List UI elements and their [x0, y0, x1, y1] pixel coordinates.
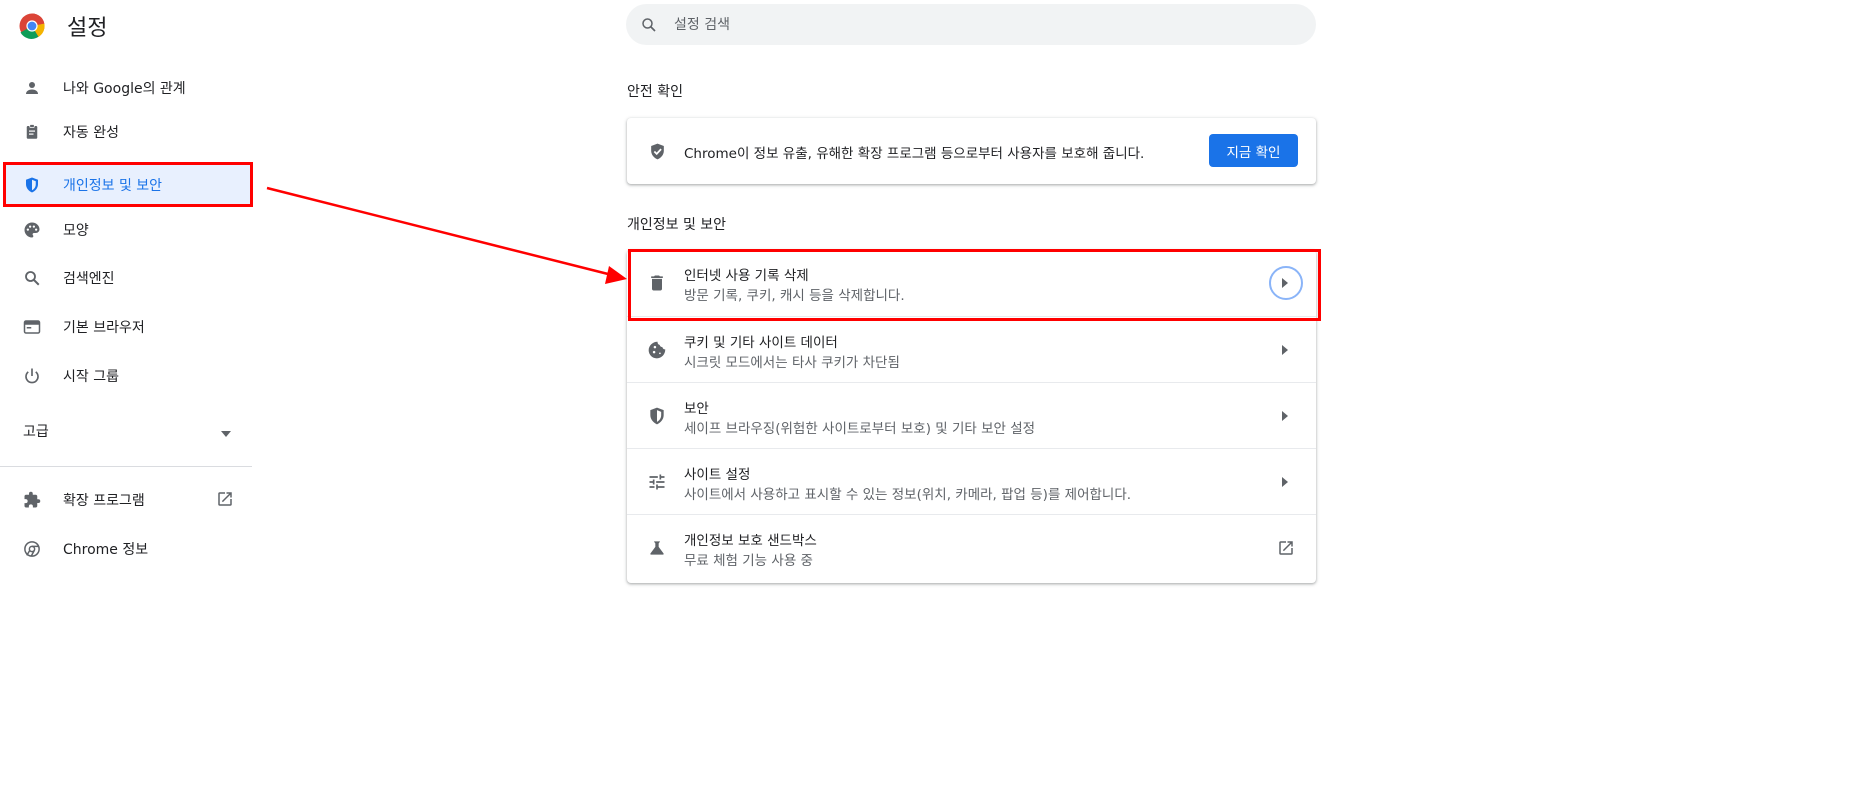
flask-icon [650, 541, 664, 555]
sidebar-item-you-and-google[interactable]: 나와 Google의 관계 [0, 66, 252, 110]
sidebar-item-label: 자동 완성 [63, 125, 119, 141]
arrow-right-icon[interactable] [1281, 344, 1289, 356]
sidebar-item-label: 모양 [63, 223, 89, 239]
settings-page: 설정 나와 Google의 관계 자동 완성 개인정보 및 보안 [0, 0, 1852, 791]
shield-check-icon [651, 143, 664, 160]
search-icon [25, 271, 40, 286]
power-icon [25, 368, 39, 384]
sidebar-item-label: 개인정보 및 보안 [63, 178, 163, 194]
shield-icon [26, 177, 38, 193]
list-item-site-settings[interactable]: 사이트 설정 사이트에서 사용하고 표시할 수 있는 정보(위치, 카메라, 팝… [627, 448, 1316, 514]
row-title: 인터넷 사용 기록 삭제 [684, 268, 809, 284]
sidebar-item-appearance[interactable]: 모양 [0, 208, 252, 252]
sidebar-item-autofill[interactable]: 자동 완성 [0, 110, 252, 154]
sidebar-item-extensions[interactable]: 확장 프로그램 [0, 478, 252, 522]
row-subtitle: 무료 체험 기능 사용 중 [684, 553, 813, 569]
row-subtitle: 시크릿 모드에서는 타사 쿠키가 차단됨 [684, 355, 900, 371]
row-title: 쿠키 및 기타 사이트 데이터 [684, 335, 838, 351]
person-icon [26, 82, 38, 94]
safety-check-heading: 안전 확인 [627, 84, 683, 100]
arrow-right-icon[interactable] [1281, 476, 1289, 488]
list-item-privacy-sandbox[interactable]: 개인정보 보호 샌드박스 무료 체험 기능 사용 중 [627, 514, 1316, 580]
open-in-new-icon[interactable] [216, 490, 234, 508]
browser-window-icon [23, 320, 41, 334]
sidebar-item-on-startup[interactable]: 시작 그룹 [0, 354, 252, 398]
safety-check-description: Chrome이 정보 유출, 유해한 확장 프로그램 등으로부터 사용자를 보호… [684, 146, 1145, 162]
safety-check-card: Chrome이 정보 유출, 유해한 확장 프로그램 등으로부터 사용자를 보호… [627, 118, 1316, 184]
check-now-button[interactable]: 지금 확인 [1209, 134, 1298, 167]
list-item-security[interactable]: 보안 세이프 브라우징(위험한 사이트로부터 보호) 및 기타 보안 설정 [627, 382, 1316, 448]
trash-icon [651, 275, 663, 291]
sidebar-item-label: Chrome 정보 [63, 542, 149, 558]
search-input[interactable] [674, 4, 1274, 45]
row-title: 사이트 설정 [684, 467, 751, 483]
privacy-card: 인터넷 사용 기록 삭제 방문 기록, 쿠키, 캐시 등을 삭제합니다. 쿠키 … [627, 250, 1316, 583]
settings-search[interactable] [626, 4, 1316, 45]
advanced-toggle[interactable]: 고급 [23, 421, 49, 441]
chrome-logo-icon [19, 13, 45, 39]
sidebar-item-label: 기본 브라우저 [63, 320, 145, 336]
list-item-clear-browsing-data[interactable]: 인터넷 사용 기록 삭제 방문 기록, 쿠키, 캐시 등을 삭제합니다. [627, 250, 1316, 316]
sidebar-item-about-chrome[interactable]: Chrome 정보 [0, 527, 252, 571]
list-item-cookies[interactable]: 쿠키 및 기타 사이트 데이터 시크릿 모드에서는 타사 쿠키가 차단됨 [627, 316, 1316, 382]
sidebar-divider [0, 466, 252, 467]
palette-icon [24, 222, 40, 238]
arrow-right-icon[interactable] [1281, 277, 1289, 289]
page-title: 설정 [67, 16, 108, 41]
chrome-outline-icon [24, 541, 40, 557]
sidebar-item-label: 검색엔진 [63, 271, 115, 287]
sidebar-item-label: 확장 프로그램 [63, 493, 145, 509]
clipboard-icon [26, 124, 38, 139]
arrow-right-icon[interactable] [1281, 410, 1289, 422]
puzzle-icon [24, 491, 41, 508]
open-in-new-icon[interactable] [1277, 539, 1295, 557]
sidebar-item-search-engine[interactable]: 검색엔진 [0, 256, 252, 300]
row-title: 보안 [684, 401, 709, 417]
sidebar-item-privacy-security[interactable]: 개인정보 및 보안 [5, 163, 251, 207]
tune-icon [649, 474, 665, 490]
search-icon [642, 18, 656, 32]
row-subtitle: 사이트에서 사용하고 표시할 수 있는 정보(위치, 카메라, 팝업 등)를 제… [684, 487, 1132, 503]
row-subtitle: 방문 기록, 쿠키, 캐시 등을 삭제합니다. [684, 288, 905, 304]
sidebar-item-default-browser[interactable]: 기본 브라우저 [0, 305, 252, 349]
sidebar-item-label: 시작 그룹 [63, 369, 119, 385]
sidebar-item-label: 나와 Google의 관계 [63, 81, 186, 97]
chevron-down-icon[interactable] [221, 431, 231, 437]
row-title: 개인정보 보호 샌드박스 [684, 533, 817, 549]
privacy-section-heading: 개인정보 및 보안 [627, 217, 727, 233]
cookie-icon [648, 341, 666, 359]
shield-icon [650, 407, 664, 425]
row-subtitle: 세이프 브라우징(위험한 사이트로부터 보호) 및 기타 보안 설정 [684, 421, 1036, 437]
